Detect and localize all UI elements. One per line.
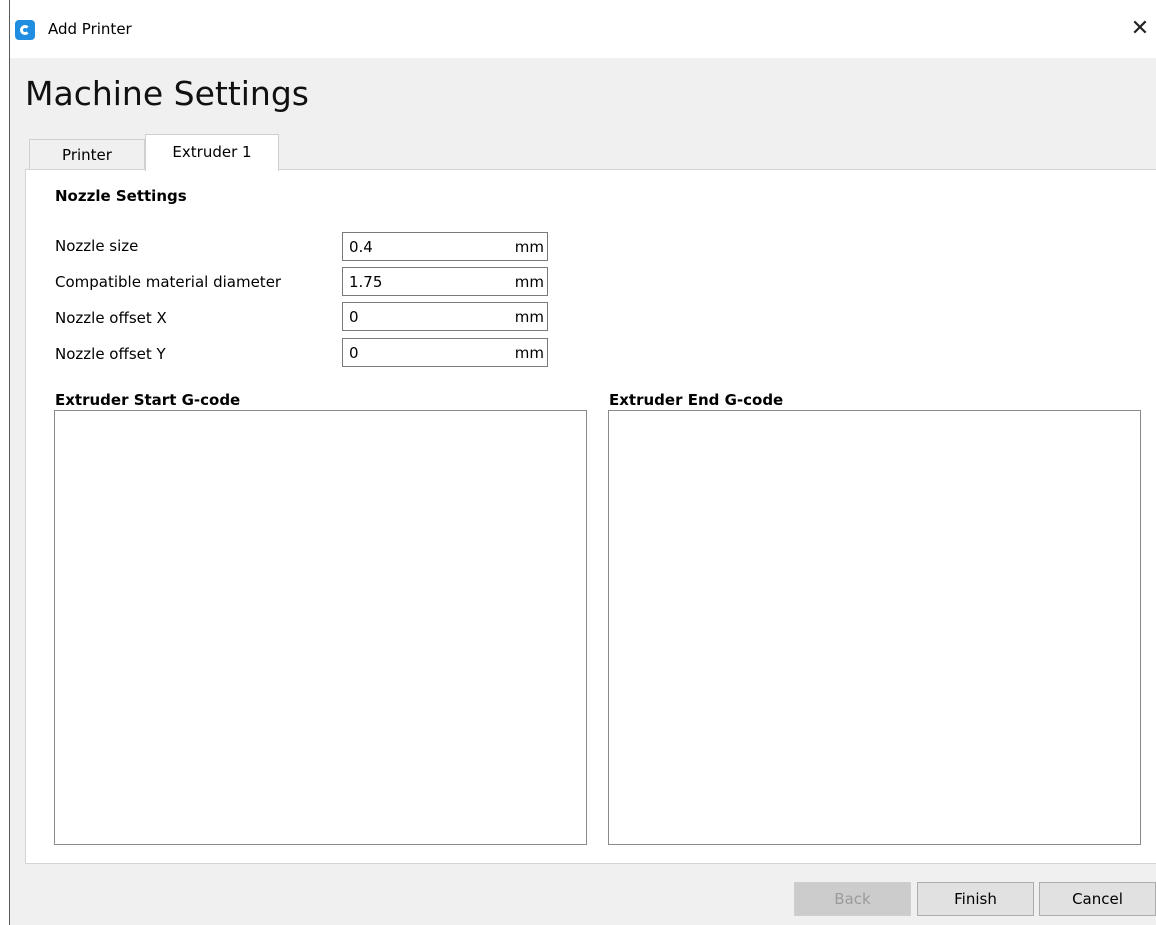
nozzle-offset-x-label: Nozzle offset X xyxy=(55,309,167,327)
nozzle-offset-x-value: 0 xyxy=(349,308,359,326)
nozzle-offset-x-unit: mm xyxy=(514,308,544,326)
start-gcode-editor[interactable] xyxy=(54,410,587,845)
tab-printer[interactable]: Printer xyxy=(29,139,145,170)
close-icon[interactable]: ✕ xyxy=(1125,14,1155,44)
nozzle-offset-y-value: 0 xyxy=(349,344,359,362)
nozzle-offset-x-field[interactable]: 0 mm xyxy=(342,302,548,331)
nozzle-settings-heading: Nozzle Settings xyxy=(55,187,187,205)
tab-extruder-1[interactable]: Extruder 1 xyxy=(145,134,279,171)
page-title: Machine Settings xyxy=(25,74,309,113)
material-diameter-unit: mm xyxy=(514,273,544,291)
material-diameter-label: Compatible material diameter xyxy=(55,273,282,291)
end-gcode-editor[interactable] xyxy=(608,410,1141,845)
material-diameter-value: 1.75 xyxy=(349,273,383,291)
nozzle-offset-y-label: Nozzle offset Y xyxy=(55,345,166,363)
end-gcode-heading: Extruder End G-code xyxy=(609,391,784,409)
back-button[interactable]: Back xyxy=(794,882,911,916)
nozzle-size-unit: mm xyxy=(514,238,544,256)
nozzle-size-label: Nozzle size xyxy=(55,237,139,255)
nozzle-offset-y-unit: mm xyxy=(514,344,544,362)
title-bar: Add Printer ✕ xyxy=(10,0,1156,58)
nozzle-size-value: 0.4 xyxy=(349,238,373,256)
start-gcode-heading: Extruder Start G-code xyxy=(55,391,241,409)
nozzle-size-field[interactable]: 0.4 mm xyxy=(342,232,548,261)
material-diameter-field[interactable]: 1.75 mm xyxy=(342,267,548,296)
app-logo-icon xyxy=(15,20,35,40)
nozzle-offset-y-field[interactable]: 0 mm xyxy=(342,338,548,367)
window-title: Add Printer xyxy=(48,20,132,38)
finish-button[interactable]: Finish xyxy=(917,882,1034,916)
cancel-button[interactable]: Cancel xyxy=(1039,882,1156,916)
